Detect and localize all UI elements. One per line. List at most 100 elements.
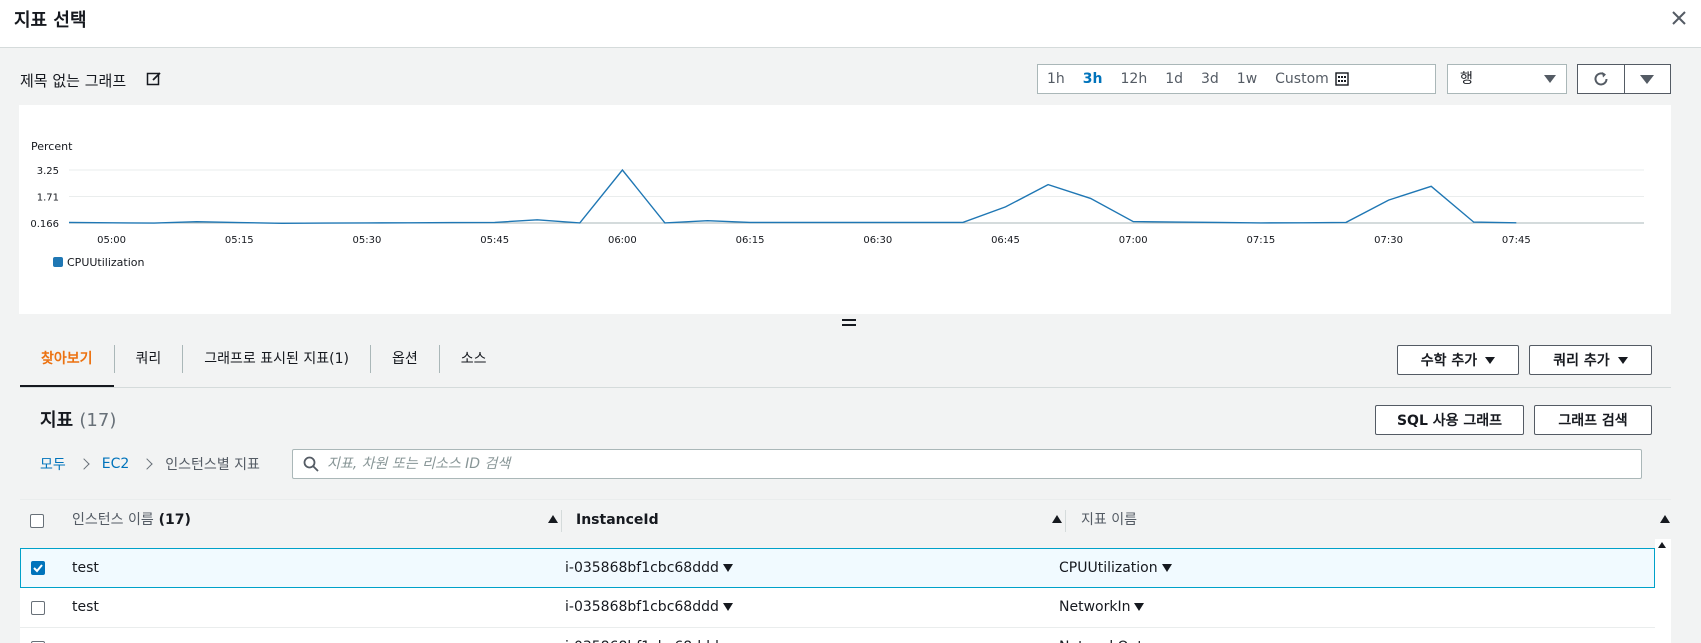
chevron-down-icon[interactable] — [722, 603, 733, 611]
refresh-group — [1577, 64, 1671, 94]
range-12h[interactable]: 12h — [1112, 65, 1157, 93]
range-custom-label: Custom — [1275, 71, 1329, 87]
modal-title: 지표 선택 — [14, 10, 87, 31]
tab-options[interactable]: 옵션 — [371, 339, 439, 388]
tab-browse[interactable]: 찾아보기 — [20, 339, 114, 388]
column-header-metric-name[interactable]: 지표 이름 — [1081, 500, 1137, 540]
column-header-instance-id[interactable]: InstanceId — [576, 500, 659, 540]
add-query-label: 쿼리 추가 — [1553, 353, 1610, 369]
tab-query[interactable]: 쿼리 — [115, 339, 183, 388]
cell-name: test — [72, 560, 99, 576]
chevron-down-icon — [1544, 75, 1556, 83]
instance-id-text: i-035868bf1cbc68ddd — [565, 628, 719, 643]
add-math-label: 수학 추가 — [1420, 353, 1478, 369]
metrics-count: (17) — [79, 410, 117, 431]
x-tick-label: 07:45 — [1502, 235, 1531, 246]
x-tick-label: 05:45 — [480, 235, 509, 246]
refresh-button[interactable] — [1578, 65, 1625, 93]
scroll-up-icon[interactable] — [1658, 542, 1666, 548]
cell-metric-name[interactable]: NetworkIn — [1059, 588, 1145, 626]
x-tick-label: 07:15 — [1246, 235, 1275, 246]
view-type-value: 행 — [1460, 71, 1473, 87]
breadcrumb: 모두 EC2 인스턴스별 지표 — [40, 454, 260, 474]
graph-search-button[interactable]: 그래프 검색 — [1534, 405, 1652, 435]
cell-metric-name[interactable]: NetworkOut — [1059, 628, 1157, 643]
range-3d[interactable]: 3d — [1192, 65, 1228, 93]
cell-instance-id[interactable]: i-035868bf1cbc68ddd — [565, 628, 733, 643]
x-tick-label: 06:45 — [991, 235, 1020, 246]
chevron-down-icon — [1485, 356, 1496, 364]
metric-name-text: NetworkOut — [1059, 628, 1143, 643]
sort-up-icon[interactable] — [1660, 515, 1670, 523]
table-row[interactable]: test i-035868bf1cbc68ddd CPUUtilization — [20, 548, 1655, 588]
range-1d[interactable]: 1d — [1156, 65, 1192, 93]
x-tick-label: 06:00 — [608, 235, 637, 246]
x-tick-label: 06:15 — [736, 235, 765, 246]
column-header-name[interactable]: 인스턴스 이름 (17) — [72, 500, 191, 540]
x-tick-label: 07:00 — [1119, 235, 1148, 246]
range-custom[interactable]: Custom — [1266, 65, 1358, 93]
graph-title[interactable]: 제목 없는 그래프 — [20, 70, 126, 91]
row-checkbox[interactable] — [31, 561, 45, 575]
tab-graphed-metrics[interactable]: 그래프로 표시된 지표(1) — [183, 339, 370, 388]
chevron-down-icon — [1640, 74, 1655, 84]
range-1h[interactable]: 1h — [1038, 65, 1074, 93]
legend-swatch — [53, 257, 63, 267]
column-name-label: 인스턴스 이름 — [72, 512, 154, 528]
add-query-button[interactable]: 쿼리 추가 — [1529, 345, 1652, 375]
table-row[interactable]: test i-035868bf1cbc68ddd NetworkIn — [20, 588, 1655, 628]
breadcrumb-current: 인스턴스별 지표 — [165, 457, 260, 473]
column-divider — [1065, 510, 1066, 532]
breadcrumb-all[interactable]: 모두 — [40, 454, 66, 474]
modal-header: 지표 선택 — [0, 0, 1701, 48]
x-tick-label: 06:30 — [863, 235, 892, 246]
cell-metric-name[interactable]: CPUUtilization — [1059, 549, 1172, 587]
chevron-down-icon[interactable] — [1161, 564, 1172, 572]
search-icon — [303, 456, 319, 472]
y-tick-label: 3.25 — [37, 166, 59, 177]
sql-graph-button[interactable]: SQL 사용 그래프 — [1375, 405, 1524, 435]
column-name-count: (17) — [158, 512, 191, 528]
chevron-right-icon — [78, 458, 90, 470]
breadcrumb-ec2[interactable]: EC2 — [102, 456, 130, 472]
cell-instance-id[interactable]: i-035868bf1cbc68ddd — [565, 588, 733, 626]
sort-up-icon[interactable] — [548, 515, 558, 523]
resize-handle[interactable] — [842, 318, 856, 328]
calendar-icon — [1335, 72, 1349, 86]
instance-id-text: i-035868bf1cbc68ddd — [565, 560, 719, 576]
range-3h[interactable]: 3h — [1074, 65, 1112, 93]
sql-graph-label: SQL 사용 그래프 — [1396, 413, 1503, 429]
add-math-button[interactable]: 수학 추가 — [1397, 345, 1519, 375]
x-tick-label: 05:00 — [97, 235, 126, 246]
sort-up-icon[interactable] — [1052, 515, 1062, 523]
x-tick-label: 05:15 — [225, 235, 254, 246]
table-header: 인스턴스 이름 (17) InstanceId 지표 이름 — [20, 499, 1671, 539]
check-icon — [33, 564, 43, 573]
row-checkbox[interactable] — [31, 601, 45, 615]
select-all-checkbox[interactable] — [30, 514, 44, 528]
view-type-select[interactable]: 행 — [1447, 64, 1567, 94]
edit-icon[interactable] — [146, 71, 162, 87]
cpu-line-chart: Percent 0.166 1.71 3.25 05:00 05:15 05:30 05:45… — [30, 140, 1644, 269]
chevron-down-icon[interactable] — [1134, 603, 1145, 611]
x-tick-label: 07:30 — [1374, 235, 1403, 246]
metric-name-text: CPUUtilization — [1059, 560, 1158, 576]
metrics-title: 지표 — [40, 410, 74, 431]
legend-label: CPUUtilization — [67, 256, 145, 269]
graph-search-label: 그래프 검색 — [1558, 413, 1628, 429]
metric-search — [292, 449, 1642, 479]
chevron-down-icon[interactable] — [722, 564, 733, 572]
chevron-right-icon — [141, 458, 153, 470]
close-icon[interactable] — [1669, 8, 1689, 28]
y-tick-label: 0.166 — [30, 219, 59, 230]
chart-container: Percent 0.166 1.71 3.25 05:00 05:15 05:30 05:45… — [19, 105, 1671, 314]
search-input[interactable] — [327, 452, 1627, 476]
y-tick-label: 1.71 — [37, 192, 59, 203]
refresh-interval-dropdown[interactable] — [1625, 65, 1671, 93]
range-1w[interactable]: 1w — [1228, 65, 1266, 93]
table-row[interactable]: i-035868bf1cbc68ddd NetworkOut — [20, 628, 1655, 643]
tab-source[interactable]: 소스 — [440, 339, 508, 388]
cell-instance-id[interactable]: i-035868bf1cbc68ddd — [565, 549, 733, 587]
scrollbar[interactable] — [1655, 539, 1671, 643]
tab-list: 찾아보기 쿼리 그래프로 표시된 지표(1) 옵션 소스 — [20, 339, 507, 388]
